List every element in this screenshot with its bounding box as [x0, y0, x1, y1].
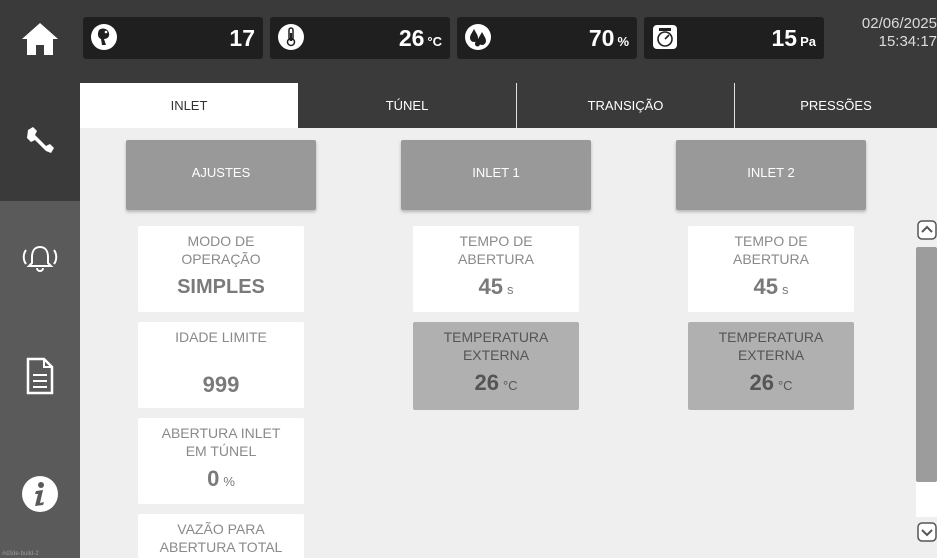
- inlet1-button[interactable]: INLET 1: [401, 140, 591, 210]
- thermometer-icon: [274, 20, 308, 54]
- inlet1-temperatura-label: TEMPERATURA EXTERNA: [443, 329, 549, 363]
- tab-bar: INLET TÚNEL TRANSIÇÃO PRESSÕES: [80, 83, 937, 128]
- inlet1-temperatura-unit: °C: [502, 378, 518, 393]
- age-stat: 17: [83, 17, 263, 59]
- document-icon: [25, 357, 55, 400]
- sidebar-item-info[interactable]: [0, 437, 80, 555]
- humidity-icon: [461, 20, 495, 54]
- inlet2-temperatura-unit: °C: [777, 378, 793, 393]
- inlet2-tempo-value: 45: [753, 274, 778, 299]
- inlet1-temperatura-value: 26: [474, 370, 499, 395]
- vazao-label: VAZÃO PARA ABERTURA TOTAL: [159, 521, 283, 555]
- pressure-stat: 15 Pa: [644, 17, 824, 59]
- sidebar-item-settings[interactable]: [0, 83, 80, 201]
- pressure-value: 15: [771, 25, 798, 51]
- inlet2-tempo-label: TEMPO DE ABERTURA: [733, 233, 809, 267]
- temperature-value: 26: [398, 25, 425, 51]
- inlet2-temperatura-card: TEMPERATURA EXTERNA 26 °C: [688, 322, 854, 410]
- top-bar: 17 26 °C 70% 15 Pa 02/06/2025 15:34:17: [0, 0, 937, 83]
- humidity-stat: 70%: [457, 17, 637, 59]
- sidebar-item-reports[interactable]: [0, 319, 80, 437]
- sidebar-item-alarms[interactable]: [0, 201, 80, 319]
- scroll-down-button[interactable]: [916, 522, 937, 547]
- inlet1-tempo-label: TEMPO DE ABERTURA: [458, 233, 534, 267]
- abertura-inlet-card[interactable]: ABERTURA INLET EM TÚNEL 0%: [138, 418, 304, 504]
- inlet1-tempo-value: 45: [478, 274, 503, 299]
- temperature-unit: °C: [427, 34, 442, 49]
- modo-operacao-card[interactable]: MODO DE OPERAÇÃO SIMPLES: [138, 226, 304, 312]
- inlet1-tempo-card[interactable]: TEMPO DE ABERTURA 45 s: [413, 226, 579, 312]
- chevron-up-icon: [916, 220, 937, 245]
- chicken-icon: [87, 20, 121, 54]
- vazao-card[interactable]: VAZÃO PARA ABERTURA TOTAL: [138, 514, 304, 558]
- chevron-down-icon: [916, 522, 937, 547]
- home-icon: [19, 20, 61, 63]
- humidity-unit: %: [617, 34, 629, 49]
- inlet2-tempo-card[interactable]: TEMPO DE ABERTURA 45 s: [688, 226, 854, 312]
- inlet2-temperatura-label: TEMPERATURA EXTERNA: [718, 329, 824, 363]
- tab-pressoes[interactable]: PRESSÕES: [735, 83, 937, 128]
- scroll-up-button[interactable]: [916, 220, 937, 245]
- temperature-stat: 26 °C: [270, 17, 450, 59]
- tab-inlet[interactable]: INLET: [80, 83, 298, 128]
- inlet2-tempo-unit: s: [781, 282, 789, 297]
- modo-operacao-value: SIMPLES: [177, 276, 265, 298]
- date-label: 02/06/2025: [861, 15, 937, 32]
- datetime: 02/06/2025 15:34:17: [837, 15, 937, 51]
- age-value: 17: [229, 25, 255, 51]
- pressure-gauge-icon: [648, 20, 682, 54]
- inlet1-tempo-unit: s: [506, 282, 514, 297]
- abertura-inlet-label: ABERTURA INLET EM TÚNEL: [161, 425, 281, 459]
- humidity-value: 70: [588, 25, 615, 51]
- abertura-inlet-unit: %: [223, 474, 235, 489]
- idade-limite-value: 999: [202, 372, 240, 397]
- inlet1-temperatura-card: TEMPERATURA EXTERNA 26 °C: [413, 322, 579, 410]
- abertura-inlet-value: 0: [207, 466, 220, 491]
- info-icon: [21, 475, 59, 518]
- inlet2-button[interactable]: INLET 2: [676, 140, 866, 210]
- home-button[interactable]: [0, 0, 80, 83]
- ajustes-button[interactable]: AJUSTES: [126, 140, 316, 210]
- alarm-bell-icon: [19, 242, 61, 279]
- modo-operacao-label: MODO DE OPERAÇÃO: [181, 233, 261, 267]
- tab-transicao[interactable]: TRANSIÇÃO: [517, 83, 734, 128]
- tab-tunel[interactable]: TÚNEL: [298, 83, 516, 128]
- idade-limite-card[interactable]: IDADE LIMITE 999: [138, 322, 304, 408]
- time-label: 15:34:17: [878, 33, 937, 50]
- pressure-unit: Pa: [800, 34, 816, 49]
- scrollbar-thumb[interactable]: [916, 247, 937, 482]
- inlet2-temperatura-value: 26: [749, 370, 774, 395]
- idade-limite-label: IDADE LIMITE: [175, 329, 267, 345]
- build-label: #d3de-build-2: [2, 551, 39, 557]
- wrench-icon: [22, 122, 58, 163]
- sidebar: #d3de-build-2: [0, 83, 80, 558]
